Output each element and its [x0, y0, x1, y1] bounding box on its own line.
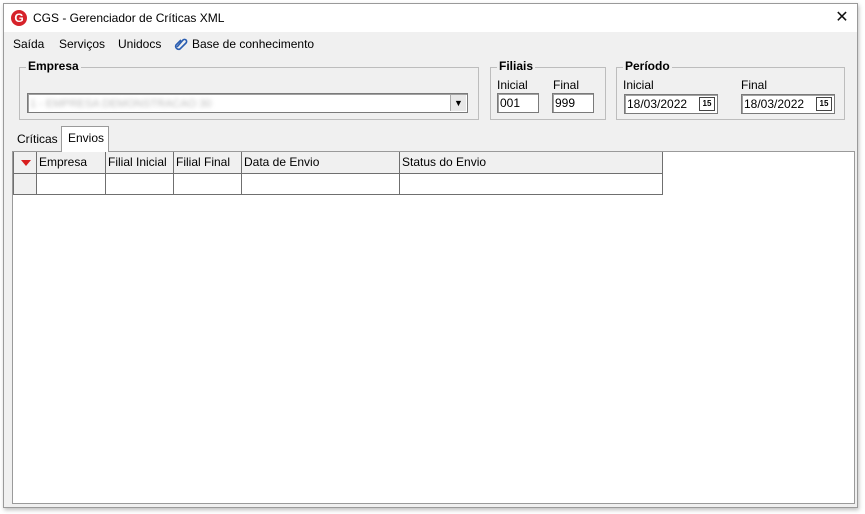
- filiais-group: Filiais Inicial Final 001 999: [490, 59, 606, 120]
- tab-envios[interactable]: Envios: [61, 126, 109, 152]
- menu-base-conhecimento[interactable]: Base de conhecimento: [192, 37, 314, 51]
- periodo-final-label: Final: [741, 78, 768, 92]
- periodo-group-title: Período: [623, 59, 672, 73]
- empresa-group-title: Empresa: [26, 59, 81, 73]
- menu-bar: Saída Serviços Unidocs Base de conhecime…: [4, 34, 857, 56]
- menu-servicos[interactable]: Serviços: [59, 37, 105, 51]
- filial-final-label: Final: [553, 78, 580, 92]
- clip-icon: [174, 38, 188, 51]
- table-cell[interactable]: [105, 172, 174, 195]
- column-header-filial-final[interactable]: Filial Final: [173, 152, 242, 174]
- tab-criticas[interactable]: Críticas: [17, 132, 58, 146]
- periodo-inicial-date[interactable]: 18/03/2022 15: [624, 94, 718, 114]
- column-header-empresa[interactable]: Empresa: [36, 152, 106, 174]
- table-cell[interactable]: [241, 172, 400, 195]
- empresa-selected-value: 1 - EMPRESA DEMONSTRACAO 30: [30, 98, 212, 110]
- table-cell[interactable]: [399, 172, 663, 195]
- chevron-down-icon[interactable]: ▼: [450, 95, 466, 111]
- calendar-icon[interactable]: 15: [699, 97, 715, 111]
- title-bar: G CGS - Gerenciador de Críticas XML ✕: [4, 4, 857, 32]
- table-cell[interactable]: [173, 172, 242, 195]
- filial-final-input[interactable]: 999: [552, 93, 594, 113]
- main-window: G CGS - Gerenciador de Críticas XML ✕ Sa…: [3, 3, 858, 508]
- app-logo-icon: G: [11, 10, 27, 26]
- periodo-final-date[interactable]: 18/03/2022 15: [741, 94, 835, 114]
- periodo-final-value: 18/03/2022: [744, 97, 805, 111]
- periodo-inicial-label: Inicial: [623, 78, 654, 92]
- column-header-data-envio[interactable]: Data de Envio: [241, 152, 400, 174]
- menu-unidocs[interactable]: Unidocs: [118, 37, 161, 51]
- row-indicator[interactable]: [13, 172, 37, 195]
- filial-inicial-input[interactable]: 001: [497, 93, 539, 113]
- column-header-status-envio[interactable]: Status do Envio: [399, 152, 663, 174]
- empresa-group: Empresa 1 - EMPRESA DEMONSTRACAO 30 ▼: [19, 59, 479, 120]
- periodo-inicial-value: 18/03/2022: [627, 97, 688, 111]
- grid-indicator-header[interactable]: [13, 152, 37, 174]
- menu-saida[interactable]: Saída: [13, 37, 44, 51]
- table-cell[interactable]: [36, 172, 106, 195]
- sort-down-icon: [21, 160, 31, 167]
- filial-inicial-label: Inicial: [497, 78, 528, 92]
- envios-panel: Empresa Filial Inicial Filial Final Data…: [12, 151, 855, 504]
- window-title: CGS - Gerenciador de Críticas XML: [33, 11, 225, 25]
- empresa-combo[interactable]: 1 - EMPRESA DEMONSTRACAO 30 ▼: [27, 93, 468, 113]
- table-row[interactable]: [13, 172, 663, 195]
- filiais-group-title: Filiais: [497, 59, 536, 73]
- calendar-icon[interactable]: 15: [816, 97, 832, 111]
- periodo-group: Período Inicial Final 18/03/2022 15 18/0…: [616, 59, 845, 120]
- column-header-filial-inicial[interactable]: Filial Inicial: [105, 152, 174, 174]
- envios-grid[interactable]: Empresa Filial Inicial Filial Final Data…: [13, 152, 663, 195]
- close-button[interactable]: ✕: [827, 4, 857, 32]
